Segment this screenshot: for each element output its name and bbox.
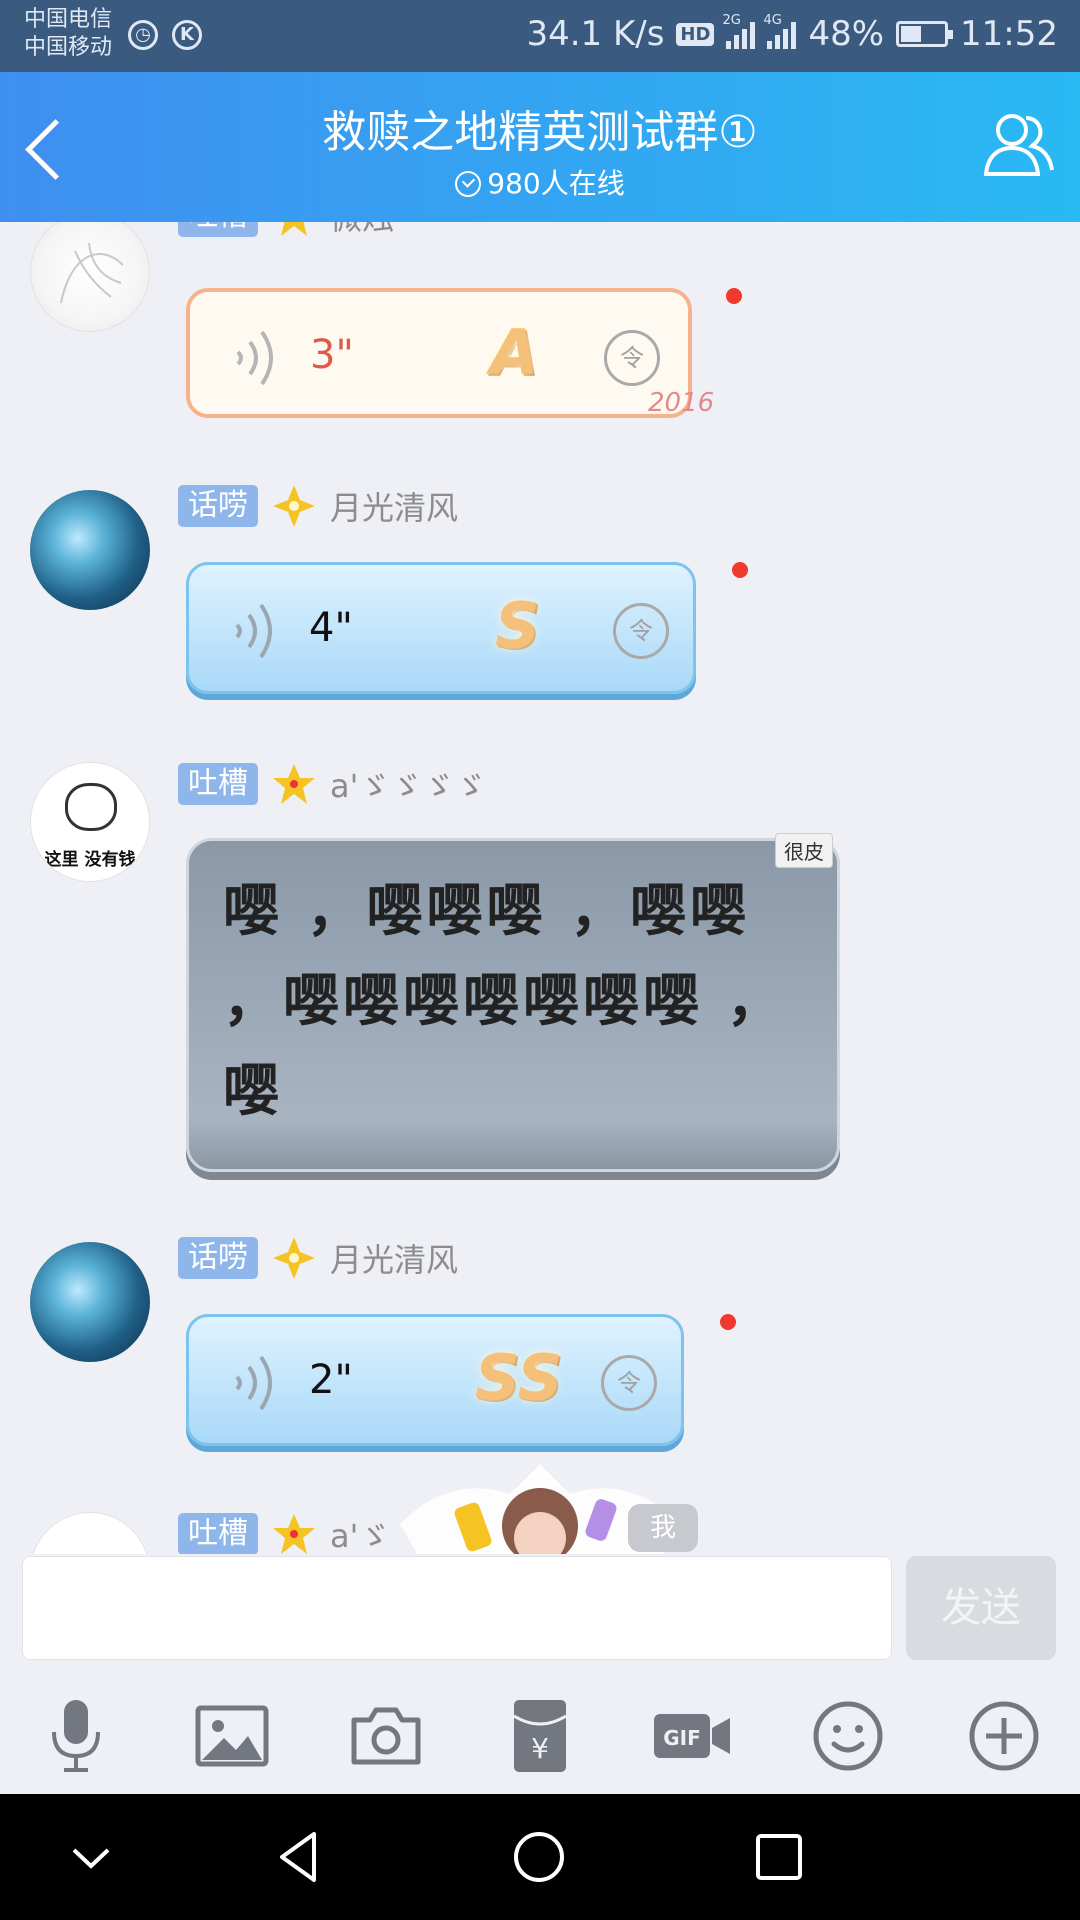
star-badge-icon	[273, 1514, 315, 1554]
voice-duration: 3"	[310, 332, 354, 378]
message-meta: 话唠 月光清风	[178, 484, 458, 528]
status-bar: 中国电信 中国移动 ◷ K 34.1 K/s HD 2G 4G 48% 11:5…	[0, 0, 1080, 72]
sender-name: 微烛	[330, 222, 394, 239]
system-nav-bar	[0, 1794, 1080, 1920]
net-type-1: 2G	[722, 13, 741, 28]
panda-face-icon	[65, 783, 117, 831]
emoji-icon[interactable]	[808, 1696, 888, 1776]
star-badge-icon	[273, 764, 315, 804]
voice-message[interactable]: 4" S 令	[186, 562, 696, 694]
title-bar: 救赎之地精英测试群① 980人在线	[0, 72, 1080, 222]
sender-name: 月光清风	[330, 1241, 459, 1279]
plus-icon[interactable]	[964, 1696, 1044, 1776]
member-title-tag: 吐槽	[178, 1513, 258, 1554]
recents-square-icon[interactable]	[746, 1824, 812, 1890]
back-triangle-icon[interactable]	[266, 1824, 332, 1890]
carrier-1: 中国电信	[24, 7, 113, 32]
avatar[interactable]	[30, 490, 150, 610]
signal-icon-2: 4G	[763, 13, 797, 49]
voice-command-icon[interactable]: 令	[604, 330, 660, 386]
bubble-corner-label: 很皮	[775, 833, 833, 868]
message-meta: 话唠 月光清风	[178, 1236, 458, 1280]
input-bar: 发送	[0, 1554, 1080, 1666]
voice-wave-icon	[235, 603, 272, 659]
avatar[interactable]: 这里 没有钱	[30, 762, 150, 882]
star-badge-icon	[281, 222, 307, 236]
bubble-decor-letter: S	[495, 589, 540, 662]
home-circle-icon[interactable]	[506, 1824, 572, 1890]
sender-name: a'ゞゞゞゞ	[330, 767, 487, 805]
bubble-decor-letter: SS	[475, 1341, 563, 1414]
avatar[interactable]	[30, 222, 150, 332]
carrier-2: 中国移动	[24, 35, 113, 60]
voice-wave-icon	[236, 330, 273, 386]
battery-percent: 48%	[808, 14, 885, 54]
timer-icon: ◷	[128, 20, 158, 50]
voice-command-icon[interactable]: 令	[601, 1355, 657, 1411]
status-right: 34.1 K/s HD 2G 4G 48% 11:52	[526, 13, 1058, 54]
carrier-labels: 中国电信 中国移动	[24, 6, 112, 62]
online-count-text: 980人在线	[487, 167, 625, 200]
avatar[interactable]	[30, 1512, 150, 1554]
me-tag: 我	[628, 1504, 698, 1552]
message-input[interactable]	[22, 1556, 892, 1660]
gif-icon[interactable]: GIF	[652, 1696, 732, 1776]
online-count: 980人在线	[0, 162, 1080, 202]
member-title-tag: 吐槽	[178, 222, 258, 237]
unread-dot	[726, 288, 742, 304]
network-speed: 34.1 K/s	[526, 14, 665, 54]
diamond-badge-icon	[273, 1237, 315, 1279]
clock: 11:52	[960, 14, 1058, 54]
k-app-icon: K	[172, 20, 202, 50]
svg-text:GIF: GIF	[663, 1726, 701, 1750]
unread-dot	[720, 1314, 736, 1330]
message-meta: 吐槽 a'ゞゞゞゞ	[178, 762, 486, 806]
group-members-icon[interactable]	[978, 106, 1058, 186]
hd-icon: HD	[676, 22, 715, 46]
chat-area[interactable]: 吐槽 微烛 3" A 令 2016 话唠 月光清风 4" S 令 这里 没有钱 …	[0, 222, 1080, 1554]
voice-message[interactable]: 3" A 令 2016	[186, 288, 714, 418]
unread-dot	[732, 562, 748, 578]
red-packet-icon[interactable]: ¥	[500, 1696, 580, 1776]
camera-icon[interactable]	[346, 1696, 426, 1776]
member-title-tag: 话唠	[178, 485, 258, 527]
sender-name: 月光清风	[330, 489, 459, 527]
member-title-tag: 吐槽	[178, 763, 258, 805]
microphone-icon[interactable]	[36, 1696, 116, 1776]
bubble-decor-year: 2016	[648, 388, 715, 418]
battery-icon	[896, 21, 954, 47]
net-type-2: 4G	[763, 13, 782, 28]
sender-name: a'ゞ	[330, 1517, 391, 1554]
text-message[interactable]: 很皮 嘤 ，嘤嘤嘤 ，嘤嘤 ，嘤嘤嘤嘤嘤嘤嘤 ，嘤	[186, 833, 840, 1172]
voice-command-icon[interactable]: 令	[613, 603, 669, 659]
diamond-badge-icon	[273, 485, 315, 527]
voice-message[interactable]: 2" SS 令	[186, 1314, 684, 1446]
message-meta: 吐槽 a'ゞ	[178, 1512, 390, 1554]
group-title: 救赎之地精英测试群①	[322, 107, 758, 158]
chevron-down-icon[interactable]	[58, 1824, 124, 1890]
message-text: 嘤 ，嘤嘤嘤 ，嘤嘤 ，嘤嘤嘤嘤嘤嘤嘤 ，嘤	[223, 879, 787, 1124]
bubble-decor-letter: A	[490, 316, 538, 389]
signal-icon-1: 2G	[722, 13, 756, 49]
member-title-tag: 话唠	[178, 1237, 258, 1279]
voice-duration: 2"	[309, 1357, 353, 1403]
voice-wave-icon	[235, 1355, 272, 1411]
message-meta: 吐槽 微烛	[178, 222, 394, 238]
online-check-icon	[455, 171, 482, 197]
input-toolbar: ¥ GIF	[0, 1666, 1080, 1794]
send-button[interactable]: 发送	[906, 1556, 1056, 1660]
avatar[interactable]	[30, 1242, 150, 1362]
svg-text:¥: ¥	[531, 1732, 549, 1765]
voice-duration: 4"	[309, 605, 353, 651]
image-icon[interactable]	[192, 1696, 272, 1776]
avatar-caption: 这里 没有钱	[44, 850, 136, 870]
